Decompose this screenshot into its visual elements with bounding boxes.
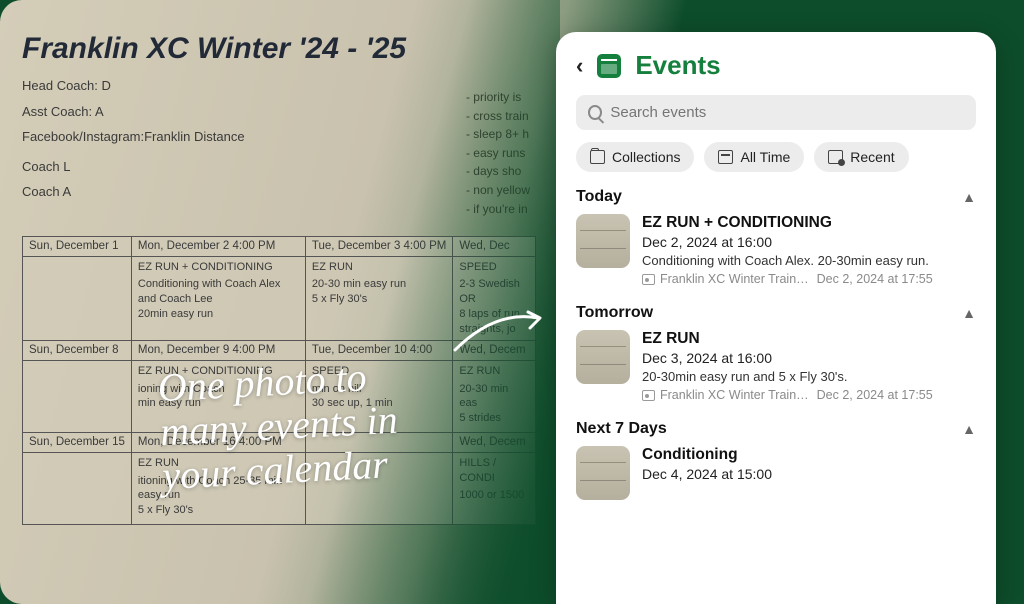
sched-hdr: Sun, December 15 — [23, 432, 132, 452]
handwriting-overlay: One photo to many events in your calenda… — [157, 354, 401, 498]
paper-coach-l: Coach L — [22, 157, 536, 177]
sched-hdr: Mon, December 9 4:00 PM — [131, 340, 305, 360]
section-label: Tomorrow — [576, 304, 653, 322]
event-name: EZ RUN + CONDITIONING — [642, 214, 976, 232]
paper-note-line: - non yellow — [466, 181, 530, 200]
event-date: Dec 4, 2024 at 15:00 — [642, 466, 976, 482]
sched-cell: EZ RUN20-30 min eas 5 strides — [453, 360, 536, 432]
paper-asst-coach: Asst Coach: A — [22, 102, 536, 122]
back-chevron-icon[interactable]: ‹ — [576, 53, 583, 79]
calendar-recent-icon — [828, 150, 843, 164]
event-date: Dec 2, 2024 at 16:00 — [642, 234, 976, 250]
chip-label: Recent — [850, 149, 894, 165]
sched-cell — [23, 452, 132, 524]
chip-collections[interactable]: Collections — [576, 142, 694, 172]
paper-coach-a: Coach A — [22, 182, 536, 202]
event-card[interactable]: EZ RUN Dec 3, 2024 at 16:00 20-30min eas… — [576, 330, 976, 402]
sched-cell — [23, 360, 132, 432]
event-desc: 20-30min easy run and 5 x Fly 30's. — [642, 369, 976, 384]
event-source: Franklin XC Winter Train… — [660, 388, 809, 402]
chevron-up-icon[interactable]: ▲ — [962, 189, 976, 205]
section-header-tomorrow: Tomorrow ▲ — [576, 304, 976, 322]
event-thumbnail — [576, 214, 630, 268]
promo-container: Franklin XC Winter '24 - '25 Head Coach:… — [0, 0, 1024, 604]
section-header-today: Today ▲ — [576, 188, 976, 206]
event-name: Conditioning — [642, 446, 976, 464]
app-title: Events — [635, 50, 720, 81]
event-card[interactable]: Conditioning Dec 4, 2024 at 15:00 — [576, 446, 976, 500]
section-header-next7: Next 7 Days ▲ — [576, 420, 976, 438]
filter-chips: Collections All Time Recent — [576, 142, 976, 172]
paper-social: Facebook/Instagram:Franklin Distance — [22, 127, 536, 147]
sched-hdr: Sun, December 8 — [23, 340, 132, 360]
arrow-icon — [450, 300, 550, 360]
paper-note-line: - days sho — [466, 162, 530, 181]
chip-label: Collections — [612, 149, 680, 165]
paper-note-line: - sleep 8+ h — [466, 125, 530, 144]
event-card[interactable]: EZ RUN + CONDITIONING Dec 2, 2024 at 16:… — [576, 214, 976, 286]
image-icon — [642, 390, 655, 401]
sched-cell: EZ RUN20-30 min easy run 5 x Fly 30's — [305, 256, 452, 340]
chip-recent[interactable]: Recent — [814, 142, 908, 172]
search-icon — [588, 105, 602, 120]
paper-note-line: - easy runs — [466, 144, 530, 163]
event-desc: Conditioning with Coach Alex. 20-30min e… — [642, 253, 976, 268]
event-body: Conditioning Dec 4, 2024 at 15:00 — [642, 446, 976, 500]
section-label: Today — [576, 188, 622, 206]
event-name: EZ RUN — [642, 330, 976, 348]
paper-note-line: - if you're in — [466, 200, 530, 219]
app-header: ‹ Events — [576, 50, 976, 81]
sched-cell: HILLS / CONDI1000 or 1500 — [453, 452, 536, 524]
events-app-panel: ‹ Events Collections All Time Recent — [556, 32, 996, 604]
sched-hdr: Mon, December 2 4:00 PM — [131, 236, 305, 256]
calendar-icon — [597, 54, 621, 78]
event-thumbnail — [576, 446, 630, 500]
paper-title: Franklin XC Winter '24 - '25 — [22, 32, 536, 66]
event-thumbnail — [576, 330, 630, 384]
event-timestamp: Dec 2, 2024 at 17:55 — [817, 272, 933, 286]
search-input[interactable] — [610, 104, 964, 121]
paper-note-line: - priority is — [466, 88, 530, 107]
event-meta: Franklin XC Winter Train… Dec 2, 2024 at… — [642, 272, 976, 286]
sched-hdr: Sun, December 1 — [23, 236, 132, 256]
chip-label: All Time — [740, 149, 790, 165]
sched-hdr: Wed, Decem — [453, 432, 536, 452]
paper-head-coach: Head Coach: D — [22, 76, 536, 96]
paper-note-line: - cross train — [466, 107, 530, 126]
calendar-small-icon — [718, 150, 733, 164]
event-source: Franklin XC Winter Train… — [660, 272, 809, 286]
folder-icon — [590, 150, 605, 164]
sched-hdr: Wed, Dec — [453, 236, 536, 256]
event-body: EZ RUN + CONDITIONING Dec 2, 2024 at 16:… — [642, 214, 976, 286]
event-date: Dec 3, 2024 at 16:00 — [642, 350, 976, 366]
chevron-up-icon[interactable]: ▲ — [962, 305, 976, 321]
section-label: Next 7 Days — [576, 420, 667, 438]
sched-hdr: Tue, December 3 4:00 PM — [305, 236, 452, 256]
sched-cell — [23, 256, 132, 340]
chip-all-time[interactable]: All Time — [704, 142, 804, 172]
search-input-container[interactable] — [576, 95, 976, 130]
chevron-up-icon[interactable]: ▲ — [962, 421, 976, 437]
sched-cell: EZ RUN + CONDITIONINGConditioning with C… — [131, 256, 305, 340]
event-meta: Franklin XC Winter Train… Dec 2, 2024 at… — [642, 388, 976, 402]
image-icon — [642, 274, 655, 285]
event-timestamp: Dec 2, 2024 at 17:55 — [817, 388, 933, 402]
event-body: EZ RUN Dec 3, 2024 at 16:00 20-30min eas… — [642, 330, 976, 402]
paper-notes: - priority is - cross train - sleep 8+ h… — [466, 88, 530, 218]
